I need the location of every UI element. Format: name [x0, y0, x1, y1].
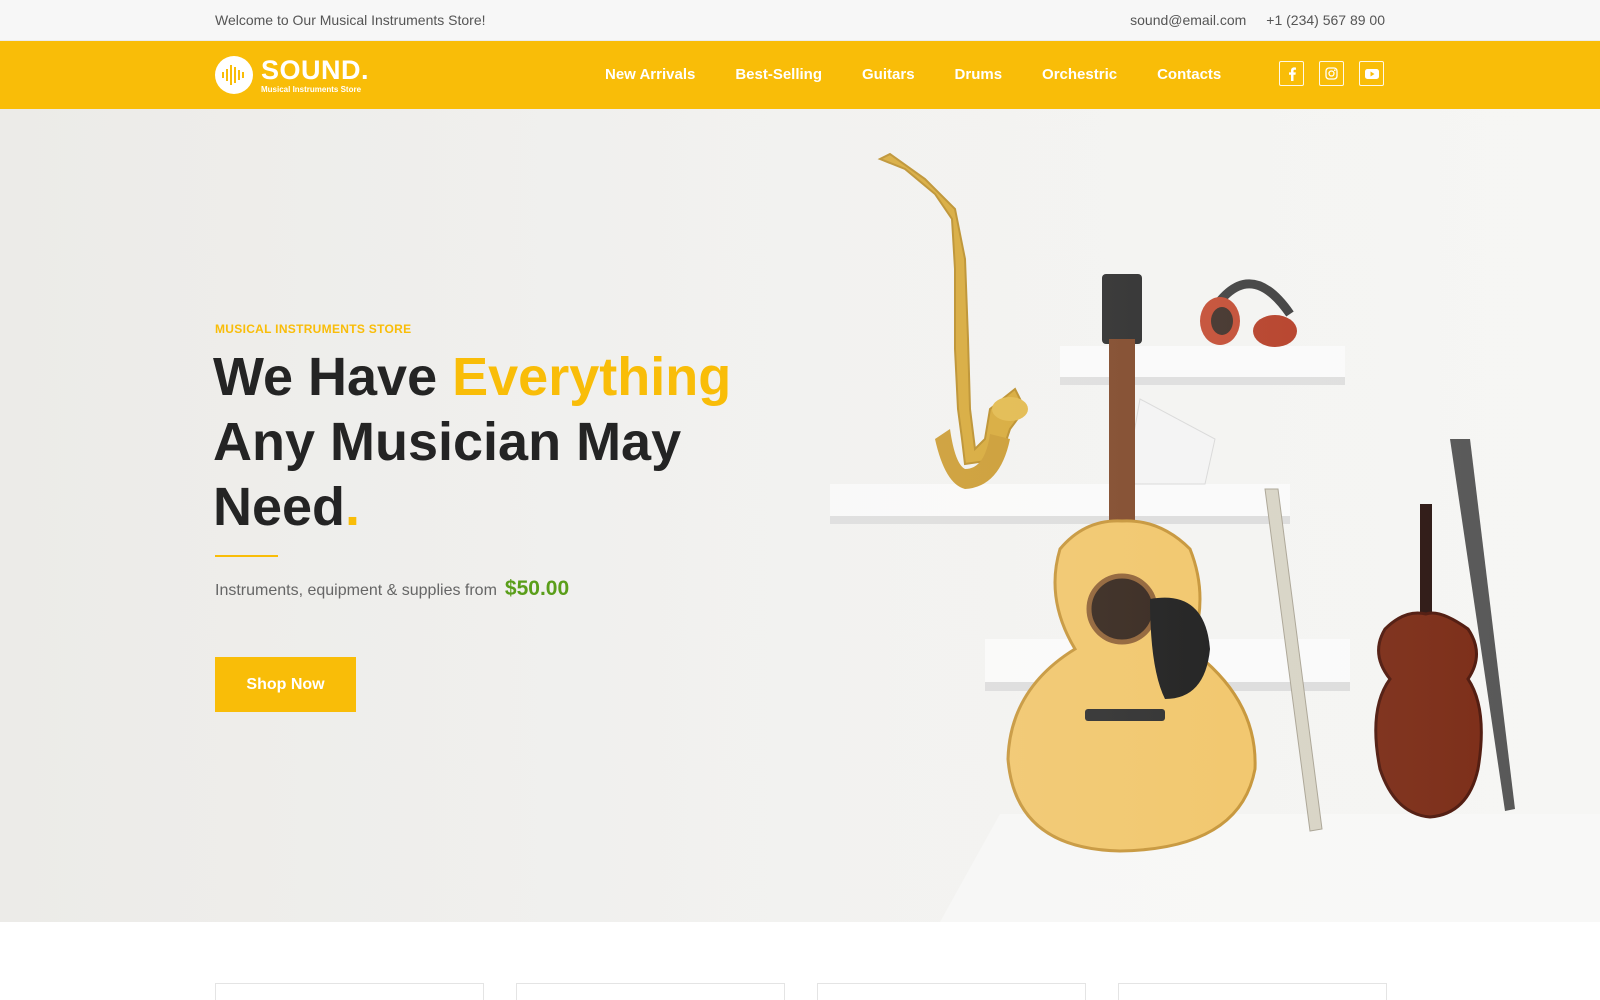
category-card[interactable]: [215, 983, 484, 1000]
subline-text: Instruments, equipment & supplies from: [215, 582, 497, 599]
nav-item-contacts[interactable]: Contacts: [1157, 66, 1221, 83]
hero-headline: We Have Everything Any Musician May Need.: [213, 345, 813, 540]
headline-dot: .: [345, 477, 361, 537]
contact-email[interactable]: sound@email.com: [1130, 12, 1246, 28]
category-cards: [215, 983, 1387, 1000]
top-utility-bar: Welcome to Our Musical Instruments Store…: [0, 0, 1600, 41]
starting-price: $50.00: [504, 577, 570, 600]
nav-item-guitars[interactable]: Guitars: [862, 66, 915, 83]
soundwave-icon: [215, 56, 253, 94]
nav-item-drums[interactable]: Drums: [955, 66, 1003, 83]
category-card[interactable]: [817, 983, 1086, 1000]
hero-subline: Instruments, equipment & supplies from $…: [215, 577, 569, 601]
youtube-icon[interactable]: [1359, 61, 1384, 86]
category-card[interactable]: [516, 983, 785, 1000]
headline-part2: Any Musician May Need: [213, 412, 682, 537]
brand-tagline: Musical Instruments Store: [261, 84, 362, 94]
hero-eyebrow: MUSICAL INSTRUMENTS STORE: [215, 322, 412, 336]
headline-accent: Everything: [452, 347, 732, 407]
instagram-icon[interactable]: [1319, 61, 1344, 86]
nav-item-new-arrivals[interactable]: New Arrivals: [605, 66, 695, 83]
category-card[interactable]: [1118, 983, 1387, 1000]
hero-banner: MUSICAL INSTRUMENTS STORE We Have Everyt…: [0, 109, 1600, 922]
nav-item-best-selling[interactable]: Best-Selling: [735, 66, 822, 83]
shop-now-button[interactable]: Shop Now: [215, 657, 356, 712]
welcome-message: Welcome to Our Musical Instruments Store…: [215, 12, 486, 28]
headline-part1: We Have: [213, 347, 453, 407]
brand-name: SOUND.: [261, 54, 370, 85]
main-header: SOUND. Musical Instruments Store New Arr…: [0, 41, 1600, 109]
contact-info: sound@email.com +1 (234) 567 89 00: [1130, 12, 1385, 28]
main-nav: New Arrivals Best-Selling Guitars Drums …: [605, 66, 1221, 83]
facebook-icon[interactable]: [1279, 61, 1304, 86]
social-links: [1279, 61, 1384, 86]
nav-item-orchestric[interactable]: Orchestric: [1042, 66, 1117, 83]
logo[interactable]: SOUND. Musical Instruments Store: [215, 56, 369, 94]
contact-phone[interactable]: +1 (234) 567 89 00: [1266, 12, 1385, 28]
headline-divider: [215, 555, 278, 557]
